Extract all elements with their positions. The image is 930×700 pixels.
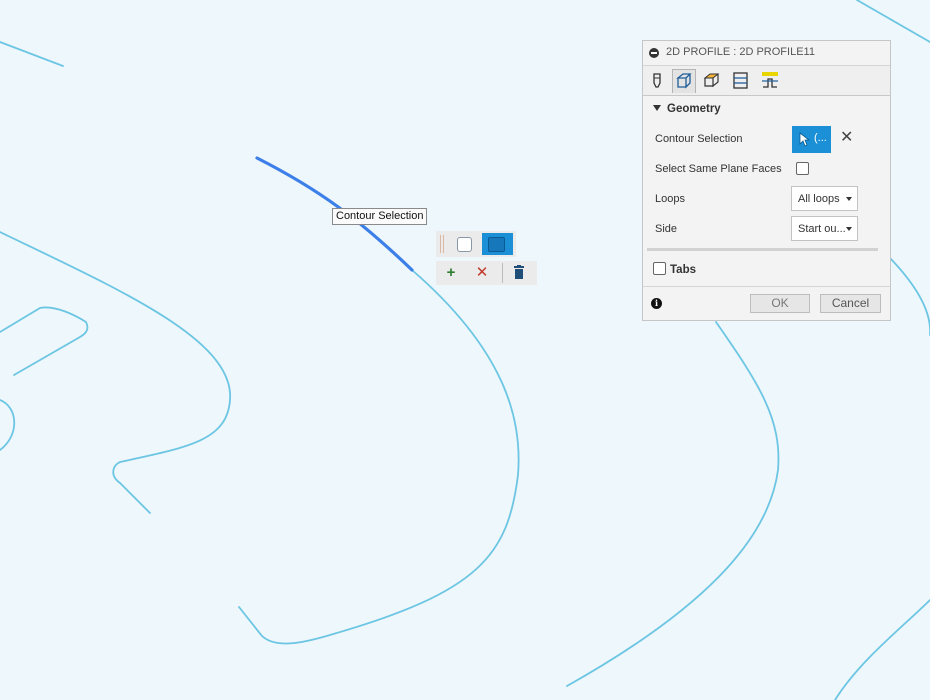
- panel-header: 2D PROFILE : 2D PROFILE11: [643, 41, 890, 66]
- loops-label: Loops: [655, 193, 685, 205]
- sketch-curve: [856, 0, 930, 43]
- selection-filter-icon: [488, 237, 505, 252]
- sketch-curve: [0, 399, 16, 451]
- tabs-section[interactable]: Tabs: [653, 262, 696, 276]
- heights-tab-icon[interactable]: [701, 69, 725, 93]
- sketch-curve: [0, 306, 89, 376]
- sketch-curve: [0, 41, 64, 67]
- clear-selection-icon[interactable]: ✕: [840, 130, 853, 146]
- delete-icon[interactable]: [509, 264, 529, 282]
- sketch-curve: [889, 257, 930, 336]
- sketch-curve: [0, 231, 231, 514]
- cursor-arrow-icon: [799, 132, 810, 147]
- geometry-section-label: Geometry: [667, 103, 721, 115]
- cancel-button[interactable]: Cancel: [820, 294, 881, 313]
- add-icon[interactable]: +: [441, 264, 461, 282]
- sketch-curve: [238, 269, 520, 645]
- footer-divider: [643, 286, 890, 287]
- info-icon[interactable]: i: [651, 298, 662, 309]
- tabs-checkbox[interactable]: [653, 262, 666, 275]
- loops-value: All loops: [798, 193, 840, 205]
- tabs-section-label: Tabs: [670, 264, 696, 276]
- selection-filter-button[interactable]: [482, 233, 513, 255]
- passes-tab-icon[interactable]: [730, 69, 754, 93]
- 2d-profile-panel: 2D PROFILE : 2D PROFILE11 Geometry Conto…: [642, 40, 891, 321]
- grip-icon[interactable]: [440, 235, 446, 253]
- selection-mini-toolbar: [436, 231, 516, 257]
- panel-tabs: [643, 66, 890, 96]
- same-plane-faces-label: Select Same Plane Faces: [655, 163, 782, 175]
- section-divider: [647, 248, 878, 251]
- selection-action-toolbar: + ✕: [436, 261, 537, 285]
- sketch-curve: [566, 321, 780, 687]
- contour-selection-tooltip: Contour Selection: [332, 208, 428, 225]
- expand-triangle-icon: [653, 105, 661, 111]
- chevron-down-icon: [846, 197, 852, 201]
- remove-icon[interactable]: ✕: [472, 264, 492, 282]
- contour-selection-label: Contour Selection: [655, 133, 743, 145]
- geometry-tab-icon[interactable]: [672, 69, 696, 93]
- chevron-down-icon: [846, 227, 852, 231]
- loops-dropdown[interactable]: All loops: [791, 186, 858, 211]
- same-plane-faces-checkbox[interactable]: [796, 162, 809, 175]
- ok-button[interactable]: OK: [750, 294, 810, 313]
- checkbox-icon[interactable]: [457, 237, 472, 252]
- side-dropdown[interactable]: Start ou...: [791, 216, 858, 241]
- sketch-curve: [834, 599, 930, 700]
- tool-tab-icon[interactable]: [647, 69, 671, 93]
- geometry-section-toggle[interactable]: Geometry: [653, 103, 721, 115]
- linking-tab-icon[interactable]: [759, 69, 783, 93]
- contour-selection-value: (...: [814, 132, 827, 144]
- collapse-icon[interactable]: [649, 48, 659, 58]
- panel-title: 2D PROFILE : 2D PROFILE11: [666, 46, 815, 58]
- side-label: Side: [655, 223, 678, 235]
- side-value: Start ou...: [798, 223, 846, 235]
- toolbar-divider: [502, 263, 503, 283]
- contour-selection-button[interactable]: (...: [792, 126, 831, 153]
